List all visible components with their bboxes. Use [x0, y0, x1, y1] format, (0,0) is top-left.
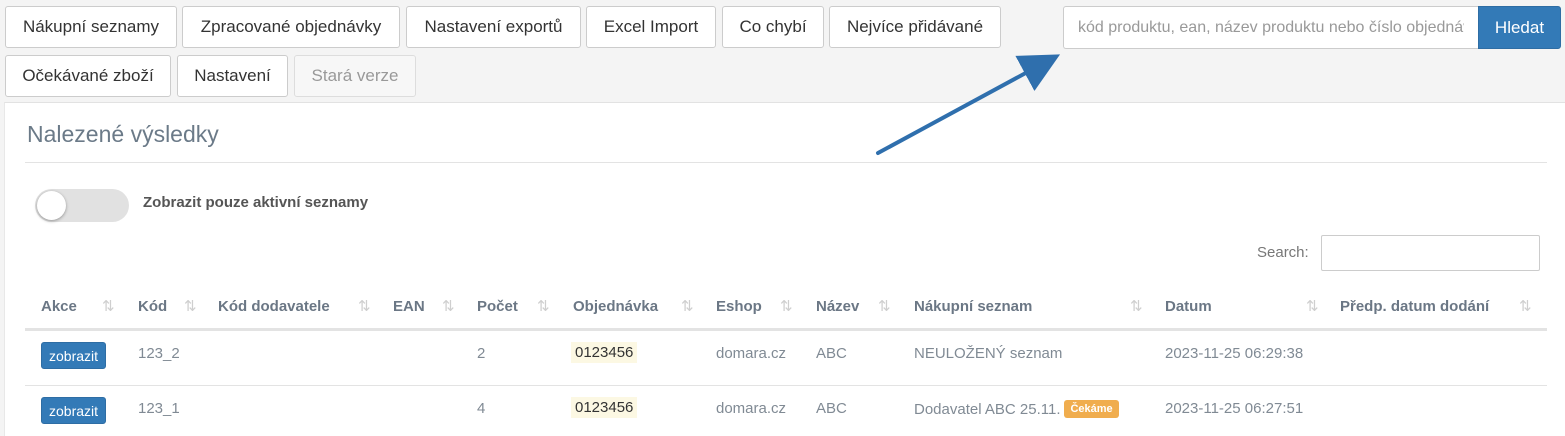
panel-title: Nalezené výsledky: [27, 121, 219, 147]
column-header-nazev[interactable]: Název: [816, 298, 859, 315]
table-header-divider: [25, 328, 1547, 331]
sort-icon[interactable]: ⇅: [537, 297, 550, 315]
active-lists-toggle-label: Zobrazit pouze aktivní seznamy: [143, 194, 369, 211]
cell-date: 2023-11-25 06:29:38: [1165, 345, 1304, 362]
column-header-datum[interactable]: Datum: [1165, 298, 1212, 315]
cell-shopping-list: NEULOŽENÝ seznam: [914, 345, 1063, 362]
shopping-list-label: Dodavatel ABC 25.11.: [914, 401, 1061, 418]
active-lists-toggle[interactable]: [35, 189, 129, 222]
column-header-akce[interactable]: Akce: [41, 298, 77, 315]
sort-icon[interactable]: ⇅: [1306, 297, 1319, 315]
column-header-ean[interactable]: EAN: [393, 298, 425, 315]
sort-icon[interactable]: ⇅: [780, 297, 793, 315]
cell-shopping-list: Dodavatel ABC 25.11. Čekáme: [914, 400, 1119, 418]
column-header-pocet[interactable]: Počet: [477, 298, 518, 315]
sort-icon[interactable]: ⇅: [102, 297, 115, 315]
cell-date: 2023-11-25 06:27:51: [1165, 400, 1304, 417]
sort-icon[interactable]: ⇅: [878, 297, 891, 315]
stara-verze-button: Stará verze: [294, 55, 416, 97]
nejvice-pridavane-button[interactable]: Nejvíce přidávané: [829, 6, 1001, 48]
ocekavane-zbozi-button[interactable]: Očekávané zboží: [5, 55, 171, 97]
cell-count: 2: [477, 345, 486, 362]
cell-order: 0123456: [571, 342, 638, 363]
cell-count: 4: [477, 400, 486, 417]
column-header-kod-dodavatele[interactable]: Kód dodavatele: [218, 298, 330, 315]
column-header-predp-datum-dodani[interactable]: Předp. datum dodání: [1340, 298, 1489, 315]
column-header-nakupni-seznam[interactable]: Nákupní seznam: [914, 298, 1032, 315]
cell-code: 123_2: [138, 345, 180, 362]
cell-order: 0123456: [571, 397, 638, 418]
cell-code: 123_1: [138, 400, 180, 417]
table-row-divider: [25, 385, 1547, 386]
nastaveni-button[interactable]: Nastavení: [177, 55, 288, 97]
sort-icon[interactable]: ⇅: [681, 297, 694, 315]
column-header-eshop[interactable]: Eshop: [716, 298, 762, 315]
view-button[interactable]: zobrazit: [41, 342, 107, 369]
column-header-objednavka[interactable]: Objednávka: [573, 298, 658, 315]
nakupni-seznamy-button[interactable]: Nákupní seznamy: [5, 6, 177, 48]
toggle-knob: [37, 191, 66, 220]
product-search-input[interactable]: [1063, 6, 1478, 49]
table-search-input[interactable]: [1321, 235, 1540, 271]
panel-divider: [25, 162, 1547, 163]
search-button[interactable]: Hledat: [1478, 6, 1561, 49]
column-header-kod[interactable]: Kód: [138, 298, 167, 315]
zpracovane-objednavky-button[interactable]: Zpracované objednávky: [182, 6, 400, 48]
nastaveni-exportu-button[interactable]: Nastavení exportů: [406, 6, 581, 48]
status-badge: Čekáme: [1064, 400, 1119, 418]
excel-import-button[interactable]: Excel Import: [586, 6, 716, 48]
cell-eshop: domara.cz: [716, 345, 787, 362]
sort-icon[interactable]: ⇅: [442, 297, 455, 315]
sort-icon[interactable]: ⇅: [184, 297, 197, 315]
cell-eshop: domara.cz: [716, 400, 787, 417]
cell-name: ABC: [816, 400, 847, 417]
sort-icon[interactable]: ⇅: [1130, 297, 1143, 315]
table-search-label: Search:: [1257, 244, 1309, 261]
sort-icon[interactable]: ⇅: [358, 297, 371, 315]
cell-name: ABC: [816, 345, 847, 362]
sort-icon[interactable]: ⇅: [1519, 297, 1532, 315]
view-button[interactable]: zobrazit: [41, 397, 107, 424]
co-chybi-button[interactable]: Co chybí: [722, 6, 824, 48]
